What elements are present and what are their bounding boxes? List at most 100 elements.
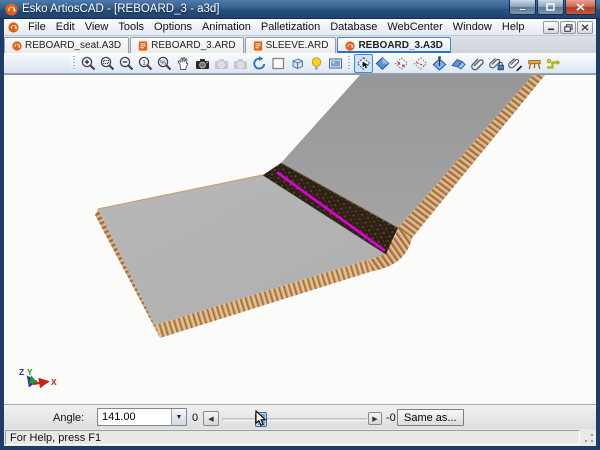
esko-app-icon [5, 3, 18, 16]
tab-reboard-seat-a3d[interactable]: REBOARD_seat.A3D [4, 37, 129, 53]
light-bulb-icon [308, 55, 325, 72]
same-as-button[interactable]: Same as... [397, 409, 464, 426]
title-bar[interactable]: Esko ArtiosCAD - [REBOARD_3 - a3d] [0, 0, 600, 19]
resize-grip[interactable] [582, 432, 595, 445]
angle-slider-thumb[interactable] [255, 412, 267, 427]
board-3d-scene: Z Y X [4, 75, 596, 405]
stand-table-icon [526, 55, 543, 72]
fold-sequence-button[interactable] [544, 54, 563, 73]
rotate-arrow-icon [251, 55, 268, 72]
tab-label: SLEEVE.ARD [266, 40, 329, 51]
zoom-scale-button[interactable]: % [155, 54, 174, 73]
menu-edit[interactable]: Edit [51, 20, 80, 34]
menu-file[interactable]: File [23, 20, 51, 34]
angle-dropdown-button[interactable]: ▼ [171, 409, 186, 425]
solid-view-button[interactable] [288, 54, 307, 73]
snapshot-disabled-1-button[interactable] [212, 54, 231, 73]
y-axis-label: Y [27, 367, 33, 377]
zoom-in-button[interactable] [79, 54, 98, 73]
zoom-one-to-one-icon: 1 [137, 55, 154, 72]
angle-combobox[interactable]: ▼ [97, 408, 187, 426]
close-button[interactable] [565, 0, 596, 15]
close-icon [576, 3, 585, 11]
menu-view[interactable]: View [80, 20, 114, 34]
zoom-out-button[interactable] [117, 54, 136, 73]
mdi-document-icon [8, 22, 19, 33]
mdi-minimize-icon [547, 24, 555, 31]
menu-tools[interactable]: Tools [113, 20, 149, 34]
attach-button[interactable] [468, 54, 487, 73]
rotate-view-button[interactable] [250, 54, 269, 73]
angle-step-right-button[interactable]: ▶ [368, 412, 382, 425]
toolbar: 1 % [4, 53, 596, 74]
viewport-3d[interactable]: Z Y X [4, 74, 596, 404]
mdi-minimize-button[interactable] [543, 21, 559, 34]
minimize-button[interactable] [509, 0, 536, 15]
menu-webcenter[interactable]: WebCenter [382, 20, 447, 34]
tab-reboard-3-ard[interactable]: REBOARD_3.ARD [130, 37, 243, 53]
document-tab-bar: REBOARD_seat.A3D REBOARD_3.ARD SLEEVE.AR… [4, 36, 596, 53]
bend-panel-button[interactable] [449, 54, 468, 73]
attach-lock-button[interactable] [487, 54, 506, 73]
esko-app-icon [345, 41, 355, 51]
app-window: Esko ArtiosCAD - [REBOARD_3 - a3d] File … [0, 0, 600, 450]
fold-panel-icon [374, 55, 391, 72]
tab-label: REBOARD_seat.A3D [25, 40, 121, 51]
arrow-left-icon: ◀ [208, 415, 213, 423]
paperclip-edit-icon [507, 55, 524, 72]
fold-angle-partial-button[interactable] [411, 54, 430, 73]
z-axis-label: Z [19, 367, 24, 377]
light-source-button[interactable] [307, 54, 326, 73]
fold-angle-select-button[interactable] [354, 54, 373, 73]
menu-window[interactable]: Window [448, 20, 497, 34]
fold-angle-flat-button[interactable] [392, 54, 411, 73]
angle-slider-track[interactable] [222, 418, 368, 421]
attach-edit-button[interactable] [506, 54, 525, 73]
tab-reboard-3-a3d-active[interactable]: REBOARD_3.A3D [337, 37, 450, 53]
pan-hand-icon [175, 55, 192, 72]
snapshot-disabled-2-button[interactable] [231, 54, 250, 73]
fold-sequence-icon [545, 55, 562, 72]
angle-value-input[interactable] [98, 409, 171, 425]
menu-palletization[interactable]: Palletization [256, 20, 325, 34]
x-axis-label: X [51, 377, 57, 387]
maximize-button[interactable] [537, 0, 564, 15]
tab-label: REBOARD_3.A3D [358, 40, 442, 51]
ard-document-icon [253, 41, 263, 51]
render-options-button[interactable] [326, 54, 345, 73]
fold-angle-partial-icon [412, 55, 429, 72]
toolbar-grip[interactable] [72, 56, 77, 71]
chevron-down-icon: ▼ [176, 414, 183, 421]
menu-animation[interactable]: Animation [197, 20, 256, 34]
fold-panel-button[interactable] [373, 54, 392, 73]
fold-to-meet-button[interactable] [430, 54, 449, 73]
zoom-one-to-one-button[interactable]: 1 [136, 54, 155, 73]
menu-options[interactable]: Options [149, 20, 197, 34]
zoom-rectangle-button[interactable] [98, 54, 117, 73]
window-title: Esko ArtiosCAD - [REBOARD_3 - a3d] [22, 0, 219, 19]
arrow-right-icon: ▶ [372, 415, 377, 423]
angle-max-label: -0 [386, 411, 396, 425]
tab-label: REBOARD_3.ARD [151, 40, 235, 51]
same-as-button-label: Same as... [404, 412, 457, 424]
tab-sleeve-ard[interactable]: SLEEVE.ARD [245, 37, 337, 53]
svg-text:%: % [160, 59, 166, 66]
mdi-restore-button[interactable] [560, 21, 576, 34]
outline-view-button[interactable] [269, 54, 288, 73]
mdi-restore-icon [564, 24, 573, 32]
zoom-out-icon [118, 55, 135, 72]
angle-step-left-button[interactable]: ◀ [203, 411, 219, 426]
mdi-close-button[interactable] [577, 21, 593, 34]
zoom-rectangle-icon [99, 55, 116, 72]
snapshot-button[interactable] [193, 54, 212, 73]
paperclip-lock-icon [488, 55, 505, 72]
menu-help[interactable]: Help [497, 20, 530, 34]
status-bar: For Help, press F1 [4, 429, 596, 446]
minimize-icon [518, 4, 527, 11]
toolbar-grip[interactable] [347, 56, 352, 71]
stand-tool-button[interactable] [525, 54, 544, 73]
fold-angle-bar: Angle: ▼ 0 ◀ ▶ -0 Same as... [4, 404, 596, 429]
menu-database[interactable]: Database [325, 20, 382, 34]
angle-min-label: 0 [192, 411, 198, 425]
pan-button[interactable] [174, 54, 193, 73]
